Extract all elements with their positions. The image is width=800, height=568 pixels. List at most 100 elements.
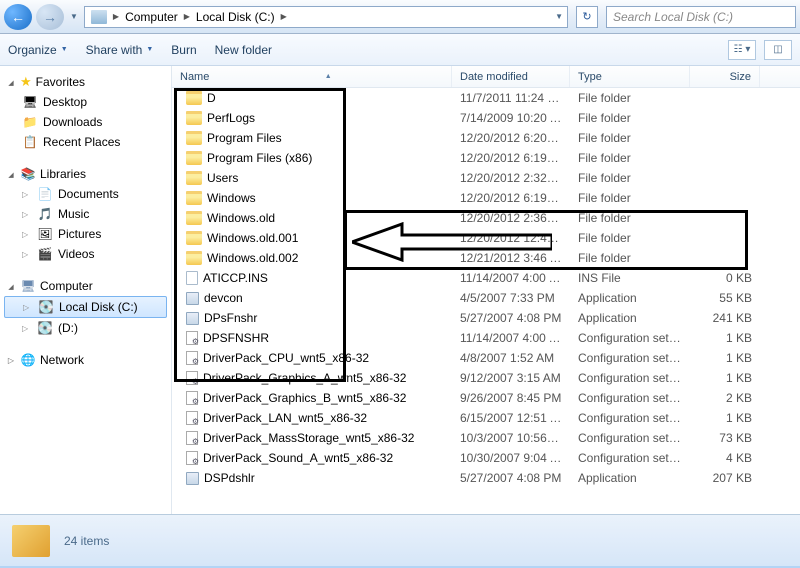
sidebar-item-pictures[interactable]: ▷🖼Pictures xyxy=(2,224,169,244)
file-type: Configuration sett... xyxy=(570,371,690,385)
file-size: 1 KB xyxy=(690,331,760,345)
expand-icon[interactable]: ▷ xyxy=(23,303,33,312)
back-button[interactable]: ← xyxy=(4,4,32,30)
table-row[interactable]: Program Files12/20/2012 6:20 PMFile fold… xyxy=(172,128,800,148)
expand-icon[interactable]: ▷ xyxy=(22,250,32,259)
burn-button[interactable]: Burn xyxy=(171,43,196,57)
file-name: Windows.old.002 xyxy=(207,251,298,265)
sidebar-item-recent-places[interactable]: 📋Recent Places xyxy=(2,132,169,152)
search-input[interactable]: Search Local Disk (C:) xyxy=(606,6,796,28)
view-options-button[interactable]: ☷ ▾ xyxy=(728,40,756,60)
table-row[interactable]: Users12/20/2012 2:32 PMFile folder xyxy=(172,168,800,188)
breadcrumb-local-disk-c[interactable]: Local Disk (C:) xyxy=(192,10,279,24)
share-with-menu[interactable]: Share with▼ xyxy=(86,43,154,57)
file-type: File folder xyxy=(570,91,690,105)
breadcrumb[interactable]: ▶ Computer ▶ Local Disk (C:) ▶ ▼ xyxy=(84,6,568,28)
table-row[interactable]: DriverPack_LAN_wnt5_x86-326/15/2007 12:5… xyxy=(172,408,800,428)
sidebar-item-documents[interactable]: ▷📄Documents xyxy=(2,184,169,204)
libraries-icon: 📚 xyxy=(20,166,36,182)
column-name[interactable]: Name▲ xyxy=(172,66,452,87)
ini-icon xyxy=(186,391,198,405)
sidebar-item-music[interactable]: ▷🎵Music xyxy=(2,204,169,224)
table-row[interactable]: DSPdshlr5/27/2007 4:08 PMApplication207 … xyxy=(172,468,800,488)
file-date: 4/5/2007 7:33 PM xyxy=(452,291,570,305)
file-list: Name▲ Date modified Type Size D11/7/2011… xyxy=(172,66,800,514)
chevron-right-icon[interactable]: ▶ xyxy=(111,12,121,21)
file-name: DriverPack_LAN_wnt5_x86-32 xyxy=(203,411,367,425)
table-row[interactable]: DriverPack_Graphics_B_wnt5_x86-329/26/20… xyxy=(172,388,800,408)
file-size: 0 KB xyxy=(690,271,760,285)
file-type: Application xyxy=(570,471,690,485)
new-folder-button[interactable]: New folder xyxy=(215,43,272,57)
file-type: Configuration sett... xyxy=(570,431,690,445)
breadcrumb-computer[interactable]: Computer xyxy=(121,10,182,24)
sidebar-item-local-disk-c[interactable]: ▷💽Local Disk (C:) xyxy=(4,296,167,318)
table-row[interactable]: DriverPack_Graphics_A_wnt5_x86-329/12/20… xyxy=(172,368,800,388)
forward-button[interactable]: → xyxy=(36,4,64,30)
refresh-button[interactable]: ↻ xyxy=(576,6,598,28)
file-name: DriverPack_Graphics_B_wnt5_x86-32 xyxy=(203,391,406,405)
table-row[interactable]: ATICCP.INS11/14/2007 4:00 AMINS File0 KB xyxy=(172,268,800,288)
expand-icon[interactable] xyxy=(6,282,16,291)
app-icon xyxy=(186,292,199,305)
libraries-group[interactable]: 📚Libraries xyxy=(2,164,169,184)
expand-icon[interactable] xyxy=(6,356,16,365)
table-row[interactable]: Program Files (x86)12/20/2012 6:19 PMFil… xyxy=(172,148,800,168)
table-row[interactable]: DriverPack_MassStorage_wnt5_x86-3210/3/2… xyxy=(172,428,800,448)
file-type: File folder xyxy=(570,151,690,165)
expand-icon[interactable]: ▷ xyxy=(22,210,32,219)
ini-icon xyxy=(186,351,198,365)
expand-icon[interactable]: ▷ xyxy=(22,190,32,199)
table-row[interactable]: Windows.old.00212/21/2012 3:46 AMFile fo… xyxy=(172,248,800,268)
computer-group[interactable]: 🖥Computer xyxy=(2,276,169,296)
table-row[interactable]: DPSFNSHR11/14/2007 4:00 AMConfiguration … xyxy=(172,328,800,348)
expand-icon[interactable]: ▷ xyxy=(22,230,32,239)
table-row[interactable]: DriverPack_Sound_A_wnt5_x86-3210/30/2007… xyxy=(172,448,800,468)
preview-pane-button[interactable]: ◫ xyxy=(764,40,792,60)
table-row[interactable]: D11/7/2011 11:24 PMFile folder xyxy=(172,88,800,108)
table-row[interactable]: devcon4/5/2007 7:33 PMApplication55 KB xyxy=(172,288,800,308)
chevron-right-icon[interactable]: ▶ xyxy=(279,12,289,21)
column-date[interactable]: Date modified xyxy=(452,66,570,87)
file-name: PerfLogs xyxy=(207,111,255,125)
favorites-group[interactable]: ★Favorites xyxy=(2,72,169,92)
table-row[interactable]: Windows.old12/20/2012 2:36 PMFile folder xyxy=(172,208,800,228)
file-type: Configuration sett... xyxy=(570,391,690,405)
file-date: 9/12/2007 3:15 AM xyxy=(452,371,570,385)
file-name: Windows xyxy=(207,191,256,205)
folder-icon xyxy=(186,191,202,205)
sidebar-item-disk-d[interactable]: ▷💽(D:) xyxy=(2,318,169,338)
address-bar: ← → ▼ ▶ Computer ▶ Local Disk (C:) ▶ ▼ ↻… xyxy=(0,0,800,34)
file-date: 5/27/2007 4:08 PM xyxy=(452,311,570,325)
file-size: 73 KB xyxy=(690,431,760,445)
caret-down-icon: ▼ xyxy=(61,46,68,53)
history-dropdown[interactable]: ▼ xyxy=(68,12,80,21)
table-row[interactable]: DPsFnshr5/27/2007 4:08 PMApplication241 … xyxy=(172,308,800,328)
sidebar-item-videos[interactable]: ▷🎬Videos xyxy=(2,244,169,264)
path-dropdown[interactable]: ▼ xyxy=(553,12,565,21)
ini-icon xyxy=(186,371,198,385)
sidebar-item-desktop[interactable]: 🖥Desktop xyxy=(2,92,169,112)
file-date: 11/14/2007 4:00 AM xyxy=(452,271,570,285)
file-type: Configuration sett... xyxy=(570,451,690,465)
expand-icon[interactable] xyxy=(6,78,16,87)
chevron-right-icon[interactable]: ▶ xyxy=(182,12,192,21)
table-row[interactable]: PerfLogs7/14/2009 10:20 AMFile folder xyxy=(172,108,800,128)
file-date: 12/20/2012 2:36 PM xyxy=(452,211,570,225)
column-type[interactable]: Type xyxy=(570,66,690,87)
file-type: Application xyxy=(570,291,690,305)
expand-icon[interactable] xyxy=(6,170,16,179)
expand-icon[interactable]: ▷ xyxy=(22,324,32,333)
file-date: 4/8/2007 1:52 AM xyxy=(452,351,570,365)
table-row[interactable]: DriverPack_CPU_wnt5_x86-324/8/2007 1:52 … xyxy=(172,348,800,368)
organize-menu[interactable]: Organize▼ xyxy=(8,43,68,57)
table-row[interactable]: Windows12/20/2012 6:19 PMFile folder xyxy=(172,188,800,208)
column-size[interactable]: Size xyxy=(690,66,760,87)
sidebar-item-downloads[interactable]: 📁Downloads xyxy=(2,112,169,132)
star-icon: ★ xyxy=(20,74,32,90)
file-rows[interactable]: D11/7/2011 11:24 PMFile folderPerfLogs7/… xyxy=(172,88,800,514)
table-row[interactable]: Windows.old.00112/20/2012 12:48 ...File … xyxy=(172,228,800,248)
network-group[interactable]: 🌐Network xyxy=(2,350,169,370)
file-size: 241 KB xyxy=(690,311,760,325)
file-type: Configuration sett... xyxy=(570,351,690,365)
